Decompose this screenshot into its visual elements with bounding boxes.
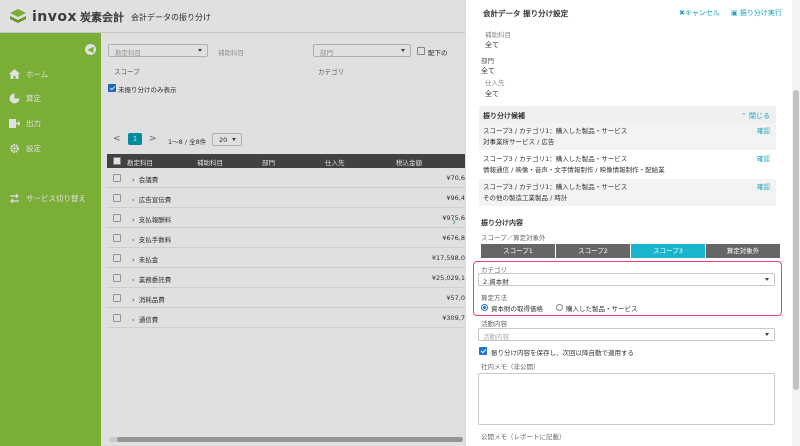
supplier-label: 仕入先 (485, 79, 505, 87)
cancel-button-label: キャンセル (684, 9, 720, 17)
department-label: 部門 (481, 57, 494, 65)
candidate-item[interactable]: スコープ3 / カテゴリ1：購入した製品・サービス 情報通信 / 映像・音声・文… (479, 151, 776, 178)
scope-tab-1[interactable]: スコープ1 (481, 244, 555, 258)
save-rule-label: 振り分け内容を保存し、次回以降自動で適用する (491, 349, 634, 357)
category-select[interactable]: 2.資本財 (478, 273, 775, 286)
vertical-scrollbar-thumb[interactable] (793, 90, 799, 390)
method-option-capital[interactable]: 資本財の取得価格 (491, 303, 543, 313)
content-section-title: 振り分け内容 (481, 219, 523, 227)
activity-label: 活動内容 (481, 320, 507, 328)
public-memo-label: 公開メモ（レポートに記載） (481, 433, 566, 441)
cancel-button[interactable]: ✖キャンセル (679, 8, 720, 18)
candidates-header: 振り分け候補 ⌃ 閉じる (479, 106, 776, 123)
candidate-line1: スコープ3 / カテゴリ1：購入した製品・サービス (483, 127, 628, 135)
method-radio-capital[interactable] (481, 304, 488, 311)
chevron-down-icon (765, 278, 769, 281)
activity-placeholder: 活動内容 (483, 333, 509, 341)
candidates-title: 振り分け候補 (483, 112, 525, 120)
method-radio-purchased[interactable] (556, 304, 563, 311)
app-root: invox 炭素会計 会計データの振り分け ◀ ホーム 算定 出力 設定 サービ… (0, 0, 800, 446)
save-rule-checkbox[interactable] (479, 347, 487, 355)
candidate-confirm-link[interactable]: 確認 (757, 154, 770, 165)
category-value: 2.資本財 (483, 278, 509, 286)
candidate-line1: スコープ3 / カテゴリ1：購入した製品・サービス (483, 183, 628, 191)
method-option-purchased[interactable]: 購入した製品・サービス (566, 303, 638, 313)
internal-memo-textarea[interactable] (478, 373, 775, 425)
scope-tab-3[interactable]: スコープ3 (631, 244, 705, 258)
vertical-scrollbar[interactable] (792, 0, 800, 446)
panel-title: 会計データ 振り分け設定 (483, 9, 569, 18)
modal-backdrop[interactable] (0, 0, 465, 446)
scope-tab-excluded[interactable]: 算定対象外 (706, 244, 780, 258)
department-value: 全て (481, 67, 495, 75)
candidate-line2: 情報通信 / 映像・音声・文字情報制作 / 映像情報制作・配給業 (483, 166, 665, 174)
supplier-value: 全て (485, 90, 499, 98)
candidates-close-button[interactable]: ⌃ 閉じる (741, 111, 770, 121)
candidates-close-label: 閉じる (749, 112, 770, 120)
activity-select[interactable]: 活動内容 (478, 328, 775, 341)
scope-label: スコープ／算定対象外 (481, 234, 546, 242)
candidate-item[interactable]: スコープ3 / カテゴリ1：購入した製品・サービス その他の製造工業製品 / 時… (479, 179, 776, 206)
candidate-line1: スコープ3 / カテゴリ1：購入した製品・サービス (483, 155, 628, 163)
execute-button-label: 振り分け実行 (739, 9, 782, 17)
internal-memo-label: 社内メモ（非公開） (481, 363, 540, 371)
candidate-item[interactable]: スコープ3 / カテゴリ1：購入した製品・サービス 対事業所サービス / 広告 … (479, 123, 776, 150)
method-label: 算定方法 (481, 294, 507, 302)
save-icon: ▣ (731, 9, 738, 17)
execute-button[interactable]: ▣ 振り分け実行 (731, 8, 782, 18)
chevron-up-icon: ⌃ (740, 112, 747, 120)
sub-account-value: 全て (485, 41, 499, 49)
sub-account-label: 補助科目 (485, 31, 511, 39)
candidate-line2: 対事業所サービス / 広告 (483, 138, 555, 146)
candidate-line2: その他の製造工業製品 / 時計 (483, 194, 568, 202)
chevron-right-icon[interactable]: › (452, 217, 456, 228)
scope-tab-2[interactable]: スコープ2 (556, 244, 630, 258)
candidate-confirm-link[interactable]: 確認 (757, 182, 770, 193)
chevron-down-icon (765, 333, 769, 336)
candidate-confirm-link[interactable]: 確認 (757, 126, 770, 137)
